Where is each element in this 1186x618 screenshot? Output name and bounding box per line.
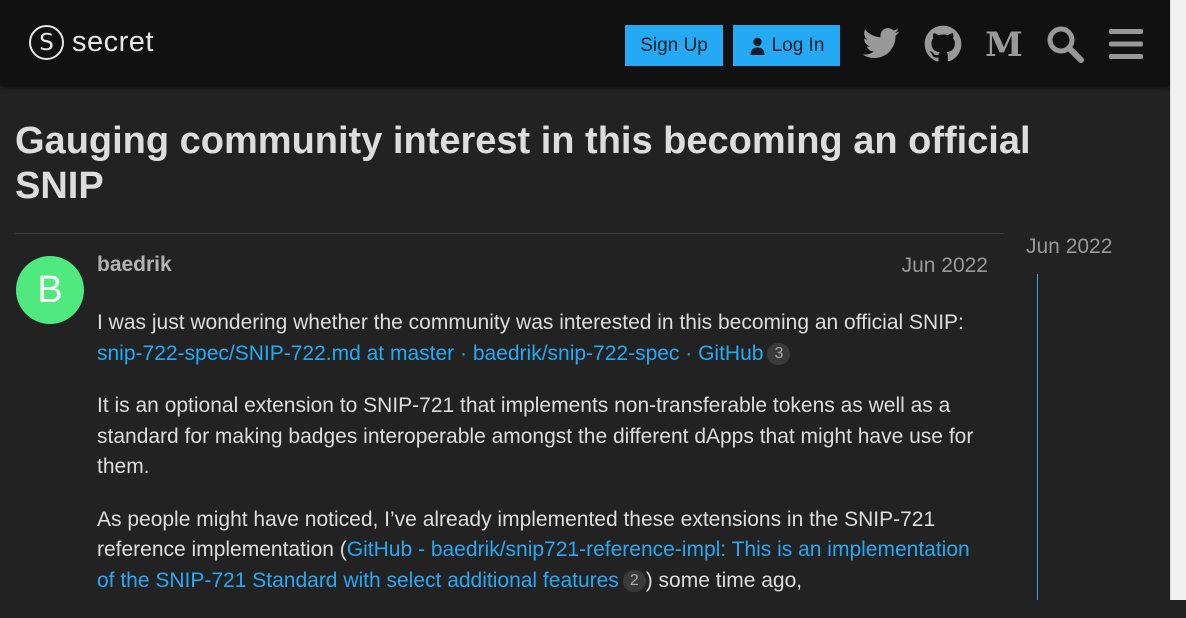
snip-722-spec-link[interactable]: snip-722-spec/SNIP-722.md at master · ba… [97, 342, 763, 365]
svg-text:M: M [985, 25, 1023, 64]
post-paragraph-3: As people might have noticed, I’ve alrea… [97, 505, 992, 597]
avatar-letter: B [37, 268, 63, 311]
post-body: I was just wondering whether the communi… [97, 308, 992, 618]
site-header: S secret Sign Up Log In M [0, 0, 1171, 86]
menu-icon[interactable] [1106, 24, 1146, 64]
post-date[interactable]: Jun 2022 [880, 254, 988, 278]
log-in-label: Log In [771, 34, 825, 56]
github-icon[interactable] [923, 24, 963, 64]
page-scrollbar[interactable] [1170, 0, 1186, 600]
post-username[interactable]: baedrik [97, 253, 172, 277]
medium-icon[interactable]: M [984, 24, 1024, 64]
timeline-date[interactable]: Jun 2022 [1026, 235, 1112, 259]
logo-text: secret [72, 26, 154, 58]
user-icon [750, 37, 765, 55]
avatar[interactable]: B [16, 256, 84, 324]
sign-up-label: Sign Up [640, 34, 708, 56]
title-divider [15, 233, 1004, 234]
paragraph-1-text: I was just wondering whether the communi… [97, 311, 964, 334]
paragraph-3-text-end: ) some time ago, [645, 568, 803, 592]
log-in-button[interactable]: Log In [733, 25, 840, 66]
link-click-count: 3 [767, 342, 791, 365]
timeline-scroller[interactable] [1037, 274, 1038, 600]
site-logo[interactable]: S secret [29, 25, 154, 60]
link-click-count: 2 [622, 569, 646, 592]
sign-up-button[interactable]: Sign Up [625, 25, 723, 66]
secret-logo-icon: S [29, 25, 64, 60]
post-paragraph-2: It is an optional extension to SNIP-721 … [97, 394, 974, 478]
post-paragraph-1: I was just wondering whether the communi… [97, 308, 992, 369]
search-icon[interactable] [1045, 24, 1085, 64]
topic-title[interactable]: Gauging community interest in this becom… [15, 119, 1055, 209]
twitter-icon[interactable] [861, 24, 901, 64]
